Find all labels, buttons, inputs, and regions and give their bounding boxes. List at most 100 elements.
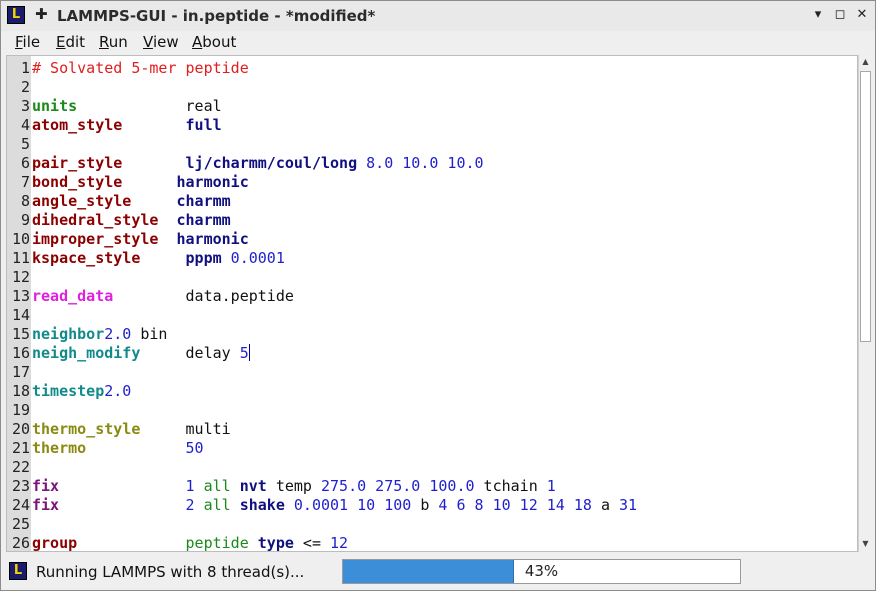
- code-line[interactable]: 7 bond_style harmonic: [7, 173, 857, 192]
- code-token: all: [194, 496, 240, 514]
- code-token: nvt: [239, 477, 267, 495]
- text-cursor: [248, 344, 250, 361]
- code-text[interactable]: angle_style charmm: [32, 192, 231, 211]
- code-editor[interactable]: 1 # Solvated 5-mer peptide 2 3 units real 4 at…: [6, 55, 858, 552]
- code-text[interactable]: thermo 50: [32, 439, 204, 458]
- scroll-up-icon[interactable]: ▲: [859, 55, 872, 69]
- code-line[interactable]: 25: [7, 515, 857, 534]
- code-token: 1: [185, 477, 195, 495]
- line-number: 19: [11, 401, 30, 419]
- code-line[interactable]: 3 units real: [7, 97, 857, 116]
- code-line[interactable]: 22: [7, 458, 857, 477]
- code-line[interactable]: 17: [7, 363, 857, 382]
- code-line[interactable]: 19: [7, 401, 857, 420]
- code-text[interactable]: neigh_modify delay 5: [32, 344, 250, 363]
- code-token: 4 6 8 10 12 14 18: [438, 496, 592, 514]
- code-text[interactable]: kspace_style pppm 0.0001: [32, 249, 285, 268]
- code-line[interactable]: 15 neighbor2.0 bin: [7, 325, 857, 344]
- code-text[interactable]: group peptide type <= 12: [32, 534, 349, 552]
- line-number: 26: [11, 534, 30, 552]
- code-line[interactable]: 12: [7, 268, 857, 287]
- status-message: Running LAMMPS with 8 thread(s)...: [36, 563, 305, 581]
- code-token: 12: [330, 534, 349, 552]
- line-number: 24: [11, 496, 30, 514]
- code-line[interactable]: 10 improper_style harmonic: [7, 230, 857, 249]
- line-number: 10: [11, 230, 30, 248]
- code-line[interactable]: 11 kspace_style pppm 0.0001: [7, 249, 857, 268]
- code-line[interactable]: 5: [7, 135, 857, 154]
- code-line[interactable]: 4 atom_style full: [7, 116, 857, 135]
- line-number: 3: [20, 97, 30, 115]
- code-token: 0.0001 10 100: [284, 496, 412, 514]
- vertical-scrollbar[interactable]: ▲ ▼: [858, 55, 872, 552]
- code-text[interactable]: atom_style full: [32, 116, 222, 135]
- line-number: 18: [11, 382, 30, 400]
- code-line[interactable]: 2: [7, 78, 857, 97]
- code-token: group: [32, 534, 78, 552]
- code-token: delay: [140, 344, 240, 362]
- code-text[interactable]: improper_style harmonic: [32, 230, 249, 249]
- close-icon[interactable]: ✕: [853, 6, 871, 24]
- code-line[interactable]: 6 pair_style lj/charmm/coul/long 8.0 10.0…: [7, 154, 857, 173]
- code-text[interactable]: units real: [32, 97, 222, 116]
- menu-view[interactable]: View: [143, 33, 179, 51]
- line-number: 15: [11, 325, 30, 343]
- code-text[interactable]: dihedral_style charmm: [32, 211, 231, 230]
- code-line[interactable]: 1 # Solvated 5-mer peptide: [7, 59, 857, 78]
- code-text[interactable]: fix 1 all nvt temp 275.0 275.0 100.0 tch…: [32, 477, 556, 496]
- code-line[interactable]: 26 group peptide type <= 12: [7, 534, 857, 552]
- code-token: pair_style: [32, 154, 123, 172]
- code-token: 31: [619, 496, 638, 514]
- code-text[interactable]: neighbor2.0 bin: [32, 325, 167, 344]
- code-line[interactable]: 14: [7, 306, 857, 325]
- code-token: fix: [32, 496, 60, 514]
- code-line[interactable]: 8 angle_style charmm: [7, 192, 857, 211]
- code-token: 2: [185, 496, 195, 514]
- code-text[interactable]: # Solvated 5-mer peptide: [32, 59, 249, 78]
- code-token: units: [32, 97, 78, 115]
- code-token: 2.0: [104, 382, 132, 400]
- code-token: full: [185, 116, 222, 134]
- scroll-down-icon[interactable]: ▼: [859, 537, 872, 551]
- menu-run[interactable]: Run: [99, 33, 128, 51]
- pin-icon[interactable]: ✚: [35, 5, 48, 23]
- lammps-app-icon: L: [7, 6, 25, 24]
- code-token: 8.0 10.0 10.0: [357, 154, 484, 172]
- menu-file[interactable]: File: [15, 33, 40, 51]
- code-line[interactable]: 16 neigh_modify delay 5: [7, 344, 857, 363]
- code-token: kspace_style: [32, 249, 141, 267]
- code-token: # Solvated 5-mer peptide: [32, 59, 249, 77]
- code-text[interactable]: timestep2.0: [32, 382, 131, 401]
- line-number: 12: [11, 268, 30, 286]
- code-line[interactable]: 23 fix 1 all nvt temp 275.0 275.0 100.0 t…: [7, 477, 857, 496]
- code-line[interactable]: 21 thermo 50: [7, 439, 857, 458]
- minimize-icon[interactable]: ▾: [809, 6, 827, 24]
- code-token: improper_style: [32, 230, 159, 248]
- code-token: <=: [293, 534, 331, 552]
- code-token: charmm: [176, 211, 231, 229]
- code-token: b: [411, 496, 439, 514]
- menu-edit[interactable]: Edit: [56, 33, 85, 51]
- code-text[interactable]: fix 2 all shake 0.0001 10 100 b 4 6 8 10…: [32, 496, 637, 515]
- menu-about[interactable]: About: [192, 33, 236, 51]
- scrollbar-thumb[interactable]: [860, 71, 871, 342]
- code-text[interactable]: bond_style harmonic: [32, 173, 249, 192]
- progress-percent: 43%: [524, 562, 559, 580]
- menu-bar: File Edit Run View About: [1, 31, 875, 54]
- code-line[interactable]: 20 thermo_style multi: [7, 420, 857, 439]
- code-line[interactable]: 24 fix 2 all shake 0.0001 10 100 b 4 6 8 …: [7, 496, 857, 515]
- code-token: 5: [239, 344, 249, 362]
- title-bar[interactable]: L ✚ LAMMPS-GUI - in.peptide - *modified*…: [1, 1, 875, 32]
- code-line[interactable]: 18 timestep2.0: [7, 382, 857, 401]
- maximize-icon[interactable]: ◻: [831, 6, 849, 24]
- code-line[interactable]: 13 read_data data.peptide: [7, 287, 857, 306]
- code-text[interactable]: read_data data.peptide: [32, 287, 294, 306]
- code-token: temp: [266, 477, 321, 495]
- code-text[interactable]: thermo_style multi: [32, 420, 231, 439]
- code-line[interactable]: 9 dihedral_style charmm: [7, 211, 857, 230]
- code-text[interactable]: pair_style lj/charmm/coul/long 8.0 10.0 …: [32, 154, 484, 173]
